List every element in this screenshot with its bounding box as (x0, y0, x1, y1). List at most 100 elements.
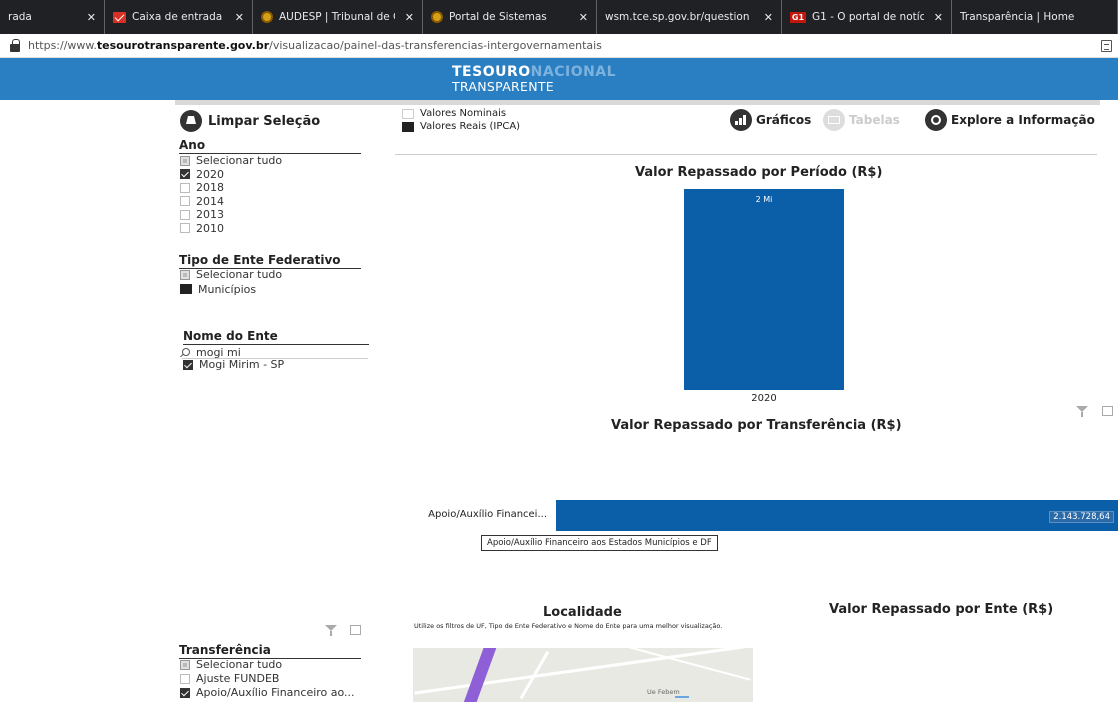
explore-label: Explore a Informação (951, 113, 1095, 127)
map-place-label: Ue Febem (647, 688, 680, 696)
browser-tab-title: Transparência | Home (960, 11, 1075, 23)
nominal-values-label: Valores Nominais (420, 108, 507, 119)
tables-view-button[interactable]: Tabelas (823, 109, 900, 131)
transfer-option[interactable]: Selecionar tudo (180, 658, 282, 671)
close-tab-icon[interactable]: ✕ (934, 11, 943, 24)
transfer-bar-tooltip: Apoio/Auxílio Financeiro aos Estados Mun… (481, 535, 718, 551)
year-checkbox (180, 182, 190, 193)
close-tab-icon[interactable]: ✕ (764, 11, 773, 24)
transfer-option-label: Selecionar tudo (196, 658, 283, 671)
seal-icon (261, 11, 273, 23)
browser-tab-title: wsm.tce.sp.gov.br/question (605, 11, 750, 23)
year-checkbox (180, 196, 190, 206)
transfer-option-label: Apoio/Auxílio Financeiro ao... (196, 686, 355, 699)
search-icon (182, 348, 190, 356)
lock-icon (10, 38, 20, 52)
entity-type-option-label: Municípios (198, 282, 257, 296)
address-bar[interactable]: https://www. tesourotransparente.gov.br/v… (0, 34, 1118, 58)
browser-tab[interactable]: Transparência | Home (952, 0, 1118, 34)
filter-icon[interactable] (325, 625, 337, 636)
browser-tab[interactable]: AUDESP | Tribunal de Co ✕ (253, 0, 423, 34)
entity-type-option[interactable]: Municípios (180, 283, 256, 296)
period-bar-2020[interactable] (684, 189, 844, 390)
year-option-label: Selecionar tudo (196, 154, 283, 167)
clear-selection-button[interactable]: Limpar Seleção (180, 110, 320, 132)
map-road (414, 648, 752, 695)
year-option[interactable]: Selecionar tudo (180, 154, 282, 167)
browser-tab-title: Caixa de entrada (1 034) (132, 11, 225, 23)
map-water (675, 696, 689, 698)
year-option-label: 2014 (196, 194, 224, 208)
chart-focus-mode-icon[interactable] (1102, 406, 1113, 416)
year-option[interactable]: 2013 (180, 208, 224, 221)
year-option[interactable]: 2010 (180, 222, 224, 235)
logo-nacional: NACIONAL (530, 64, 617, 80)
entity-type-filter-title: Tipo de Ente Federativo (179, 253, 361, 269)
browser-tab[interactable]: Portal de Sistemas ✕ (423, 0, 597, 34)
close-tab-icon[interactable]: ✕ (87, 11, 96, 24)
transfer-bar[interactable]: 2.143.728,64 (556, 500, 1118, 531)
eraser-icon (180, 110, 202, 132)
browser-tab[interactable]: rada ✕ (0, 0, 105, 34)
g1-icon: G1 (790, 11, 806, 23)
location-map[interactable]: Ue Febem (413, 648, 753, 702)
browser-tab-title: rada (8, 11, 32, 23)
location-subtitle: Utilize os filtros de UF, Tipo de Ente F… (414, 622, 723, 630)
site-logo[interactable]: TESOURONACIONAL TRANSPARENTE (452, 65, 616, 94)
browser-tab-title: Portal de Sistemas (449, 11, 547, 23)
real-values-checkbox (402, 121, 414, 132)
close-tab-icon[interactable]: ✕ (579, 11, 588, 24)
year-option[interactable]: 2018 (180, 181, 224, 194)
transfer-option-label: Ajuste FUNDEB (196, 672, 280, 685)
year-checkbox (180, 209, 190, 220)
focus-mode-icon[interactable] (350, 625, 361, 635)
close-tab-icon[interactable]: ✕ (235, 11, 244, 24)
year-option-label: 2013 (196, 208, 224, 221)
entity-type-option[interactable]: Selecionar tudo (180, 268, 282, 281)
entity-name-filter-title: Nome do Ente (183, 329, 369, 345)
transfer-option[interactable]: Apoio/Auxílio Financeiro ao... (180, 686, 355, 699)
period-bar-category-label: 2020 (751, 393, 777, 404)
location-title: Localidade (543, 605, 622, 620)
year-option-label: 2010 (196, 221, 224, 235)
browser-tab[interactable]: wsm.tce.sp.gov.br/question ✕ (597, 0, 782, 34)
explore-icon (925, 109, 947, 131)
real-values-option[interactable]: Valores Reais (IPCA) (402, 121, 520, 132)
entity-type-option-label: Selecionar tudo (196, 268, 283, 281)
transfer-bar-category-label: Apoio/Auxílio Financei... (428, 509, 547, 520)
period-chart-title: Valor Repassado por Período (R$) (635, 165, 883, 180)
logo-transparente: TRANSPARENTE (452, 79, 555, 94)
reader-mode-icon[interactable] (1101, 40, 1112, 52)
year-checkbox (180, 169, 190, 179)
charts-view-label: Gráficos (756, 113, 812, 127)
transfer-option[interactable]: Ajuste FUNDEB (180, 672, 279, 685)
browser-tab[interactable]: G1 G1 - O portal de notícias ✕ (782, 0, 952, 34)
map-highway (459, 648, 499, 702)
tables-view-label: Tabelas (849, 113, 900, 127)
transfer-checkbox (180, 659, 190, 670)
transfer-bar-data-label: 2.143.728,64 (1049, 511, 1114, 523)
year-checkbox (180, 155, 190, 166)
site-header: TESOURONACIONAL TRANSPARENTE (0, 58, 1118, 100)
entity-type-checkbox (180, 284, 192, 294)
entity-search-value: mogi mi (196, 345, 241, 359)
transfer-checkbox (180, 687, 190, 698)
year-filter-title: Ano (179, 138, 361, 154)
real-values-label: Valores Reais (IPCA) (420, 121, 521, 132)
chart-filter-icon[interactable] (1076, 406, 1088, 417)
seal-icon (431, 11, 443, 23)
transfer-filter-title: Transferência (179, 643, 361, 659)
browser-tab-strip: rada✕Caixa de entrada (1 034)✕AUDESP | T… (0, 0, 1118, 34)
entity-name-option[interactable]: Mogi Mirim - SP (183, 358, 284, 371)
bar-chart-icon (730, 109, 752, 131)
table-icon (823, 109, 845, 131)
explore-button[interactable]: Explore a Informação (925, 109, 1095, 131)
entity-name-option-label: Mogi Mirim - SP (199, 358, 285, 371)
browser-tab-title: G1 - O portal de notícias (812, 11, 924, 23)
browser-tab[interactable]: Caixa de entrada (1 034) ✕ (105, 0, 253, 34)
year-option[interactable]: 2020 (180, 168, 224, 181)
year-option[interactable]: 2014 (180, 195, 224, 208)
nominal-values-option[interactable]: Valores Nominais (402, 108, 506, 119)
charts-view-button[interactable]: Gráficos (730, 109, 811, 131)
close-tab-icon[interactable]: ✕ (405, 11, 414, 24)
